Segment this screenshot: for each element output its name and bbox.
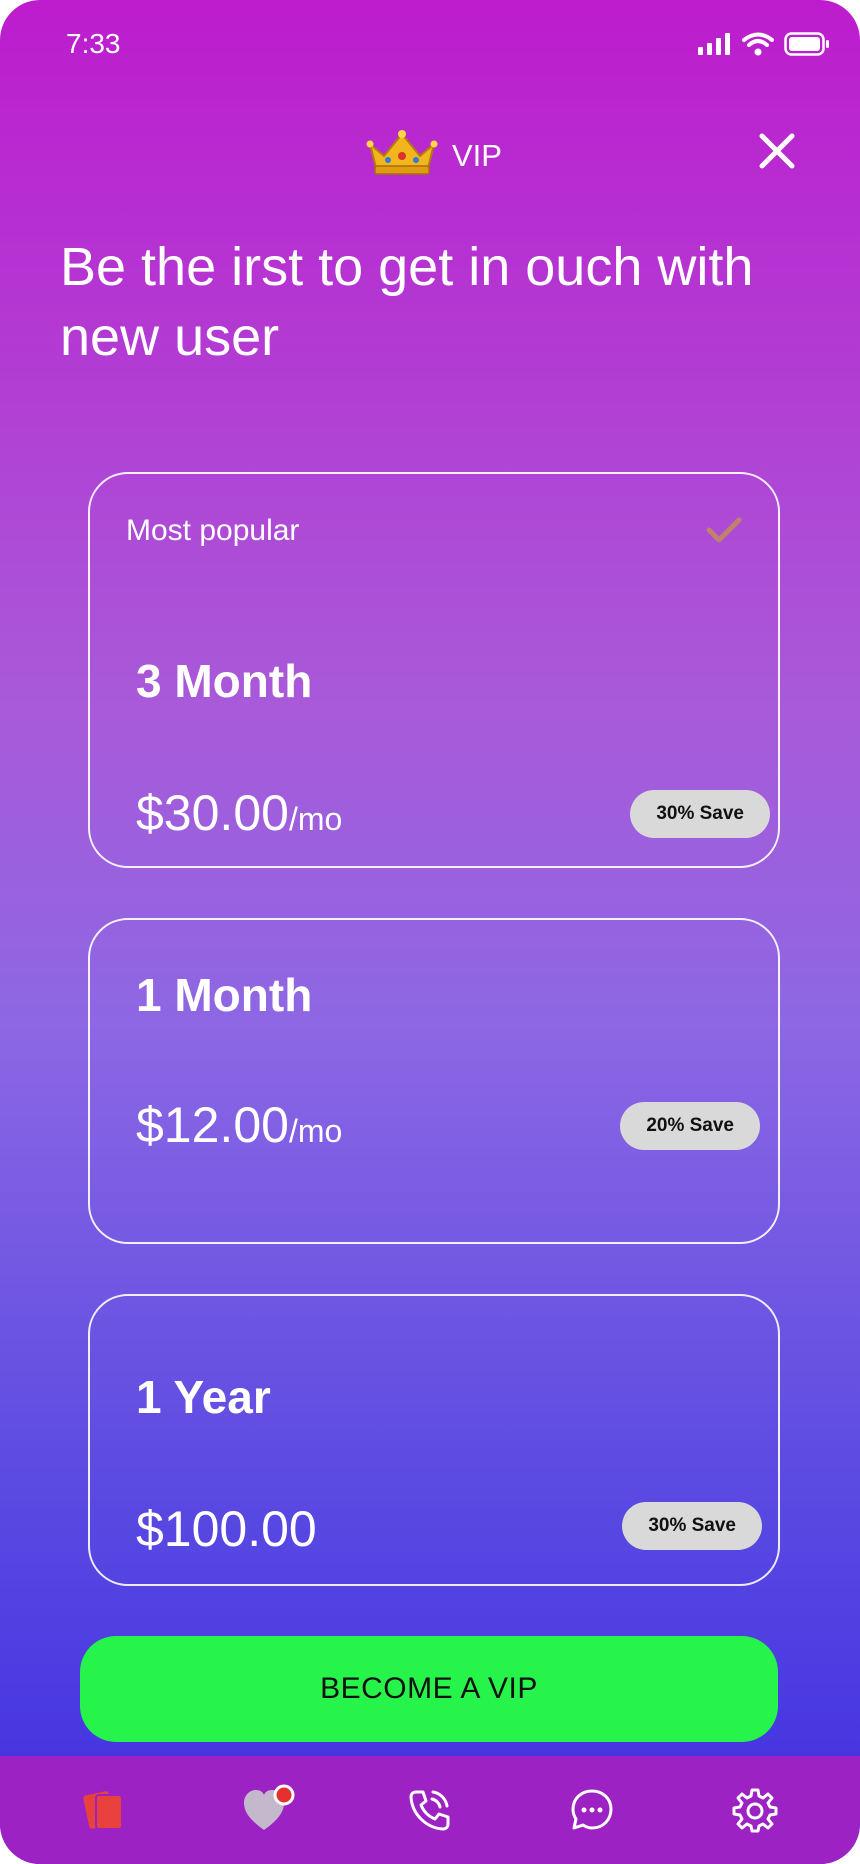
price-amount: $30.00 [136, 785, 289, 841]
plan-name: 3 Month [136, 655, 313, 707]
price-period: /mo [288, 801, 343, 837]
wifi-icon [742, 32, 774, 56]
nav-item-cards[interactable] [65, 1770, 145, 1850]
plan-price: $12.00/mo [136, 1096, 342, 1154]
plan-card-1-year[interactable]: 1 Year $100.00 30% Save [88, 1294, 780, 1586]
signal-icon [698, 33, 732, 55]
nav-item-settings[interactable] [715, 1770, 795, 1850]
close-icon [759, 133, 795, 169]
plan-card-1-month[interactable]: 1 Month $12.00/mo 20% Save [88, 918, 780, 1244]
nav-item-calls[interactable] [390, 1770, 470, 1850]
price-amount: $12.00 [136, 1097, 289, 1153]
vip-title: VIP [366, 130, 502, 181]
most-popular-label: Most popular [126, 514, 300, 547]
heart-icon [243, 1784, 295, 1830]
headline: Be the irst to get in ouch with new user [60, 237, 754, 367]
status-bar: 7:33 [0, 0, 860, 90]
settings-icon [732, 1788, 778, 1833]
vip-label: VIP [452, 137, 502, 173]
plan-card-3-month[interactable]: Most popular 3 Month $30.00/mo 30% Save [88, 472, 780, 868]
price-period: /mo [288, 1113, 343, 1149]
close-button[interactable] [752, 126, 802, 176]
save-badge: 30% Save [622, 1502, 762, 1550]
save-badge: 20% Save [620, 1102, 760, 1150]
plan-name: 1 Month [136, 969, 313, 1021]
vip-subscription-screen: 7:33 VIP Be the irst to get in ouch with… [0, 0, 860, 1864]
plan-price: $30.00/mo [136, 784, 342, 842]
save-badge: 30% Save [630, 790, 770, 838]
chat-icon [571, 1789, 613, 1830]
price-amount: $100.00 [136, 1501, 317, 1557]
nav-item-chat[interactable] [552, 1770, 632, 1850]
notification-dot [273, 1784, 295, 1806]
plan-name: 1 Year [136, 1371, 271, 1423]
phone-call-icon [409, 1790, 450, 1831]
header: VIP [0, 120, 860, 186]
plan-price: $100.00 [136, 1500, 317, 1558]
battery-icon [784, 32, 830, 56]
status-icons [698, 32, 830, 56]
status-time: 7:33 [66, 28, 121, 59]
cards-icon [83, 1791, 124, 1830]
nav-item-likes[interactable] [228, 1770, 308, 1850]
become-vip-button[interactable]: BECOME A VIP [80, 1636, 778, 1742]
check-icon [706, 516, 742, 549]
bottom-nav [0, 1756, 860, 1864]
crown-icon [366, 130, 438, 181]
